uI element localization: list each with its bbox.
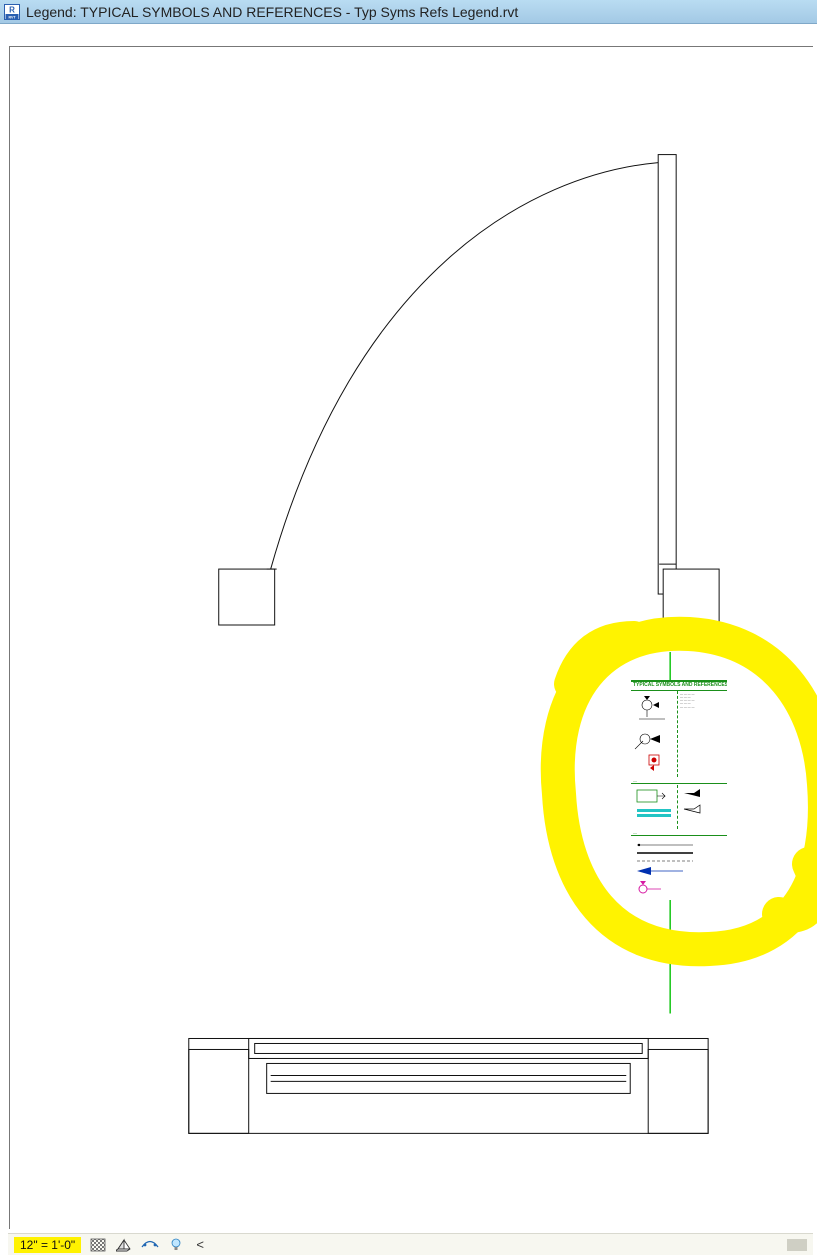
titlebar: R RVT Legend: TYPICAL SYMBOLS AND REFERE… [0, 0, 817, 24]
legend-mini-camera-icons [680, 787, 710, 827]
window-assembly [189, 1038, 708, 1133]
scrollbar-thumb[interactable] [787, 1239, 807, 1251]
revit-app-icon-r: R [9, 5, 15, 14]
legend-thumbnail[interactable]: TYPICAL SYMBOLS AND REFERENCES [631, 680, 727, 900]
legend-mini-room-box-icon [633, 787, 675, 807]
scale-display[interactable]: 12" = 1'-0" [14, 1237, 81, 1253]
legend-thumbnail-title: TYPICAL SYMBOLS AND REFERENCES [631, 682, 727, 691]
legend-mini-cyan-bar-icon [637, 809, 671, 812]
legend-mini-red-tag-icon [633, 751, 675, 775]
visual-style-icon[interactable] [115, 1237, 133, 1253]
revit-app-icon-sub: RVT [8, 15, 16, 19]
legend-mini-line-styles-icon [633, 839, 713, 879]
legend-mini-pink-marker-icon [633, 879, 673, 899]
sun-path-icon[interactable] [141, 1237, 159, 1253]
drawing-viewport[interactable]: TYPICAL SYMBOLS AND REFERENCES [8, 24, 813, 1229]
legend-mini-elev-marker-icon [633, 693, 675, 727]
view-control-bar: 12" = 1'-0" < [8, 1233, 813, 1255]
door-symbol [219, 155, 719, 625]
lightbulb-icon[interactable] [167, 1237, 185, 1253]
legend-mini-cyan-bar-icon [637, 814, 671, 817]
revit-app-icon: R RVT [4, 4, 20, 20]
expand-chevron-icon[interactable]: < [193, 1237, 207, 1252]
window-title: Legend: TYPICAL SYMBOLS AND REFERENCES -… [26, 4, 518, 20]
legend-mini-section-marker-icon [633, 727, 675, 751]
drawing-canvas [9, 24, 813, 1229]
detail-level-icon[interactable] [89, 1237, 107, 1253]
